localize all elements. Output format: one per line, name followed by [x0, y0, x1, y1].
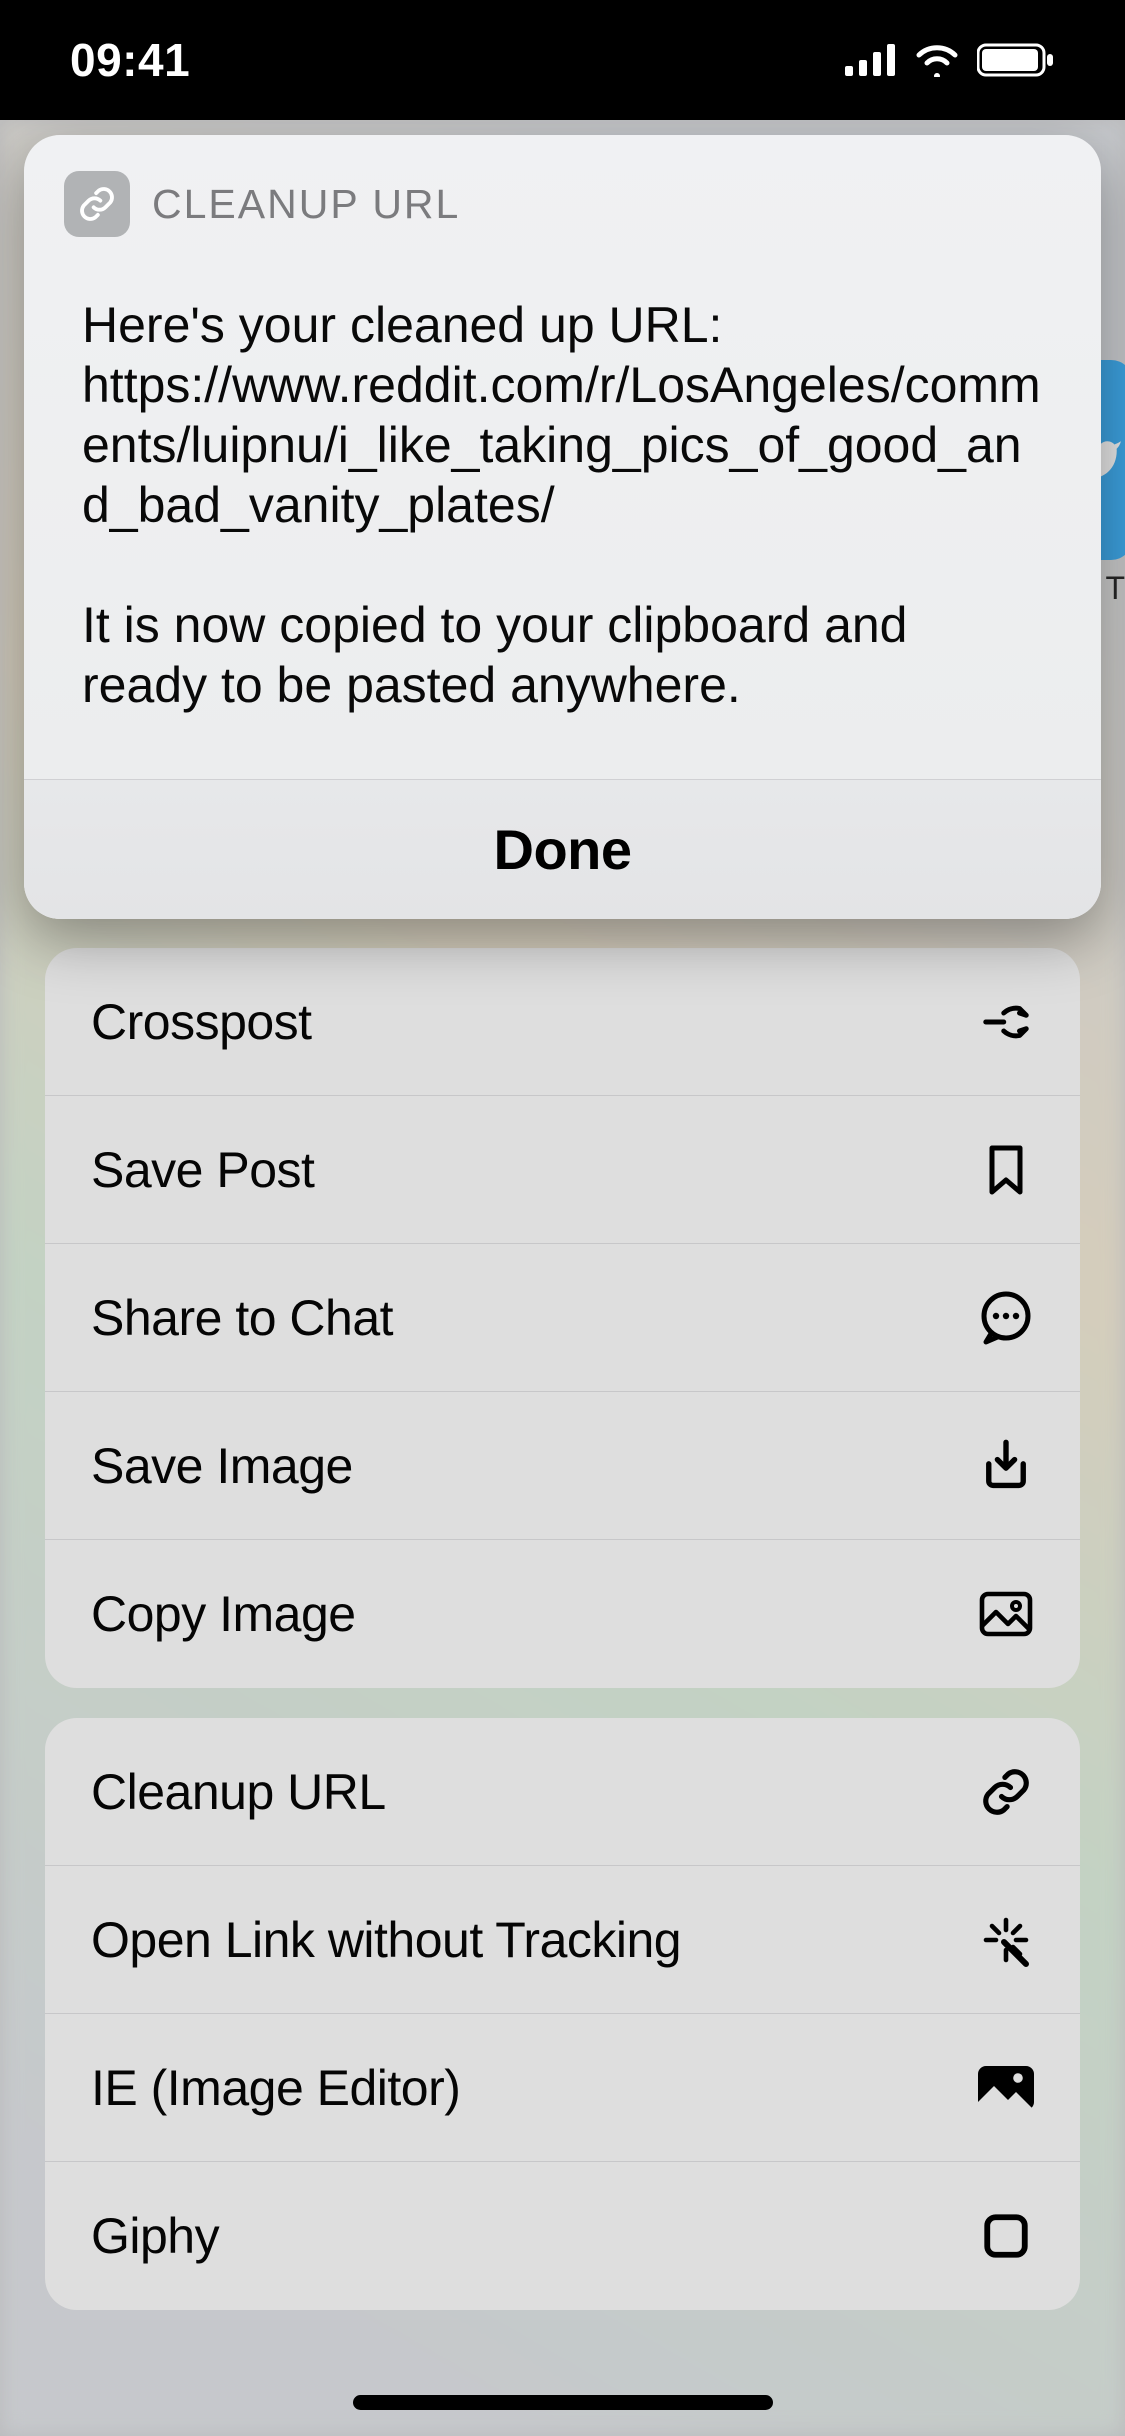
share-row-label: Save Post: [91, 1141, 314, 1199]
share-row-label: Copy Image: [91, 1585, 356, 1643]
download-icon: [978, 1438, 1034, 1494]
battery-icon: [977, 42, 1055, 78]
status-time: 09:41: [70, 33, 190, 87]
share-row-label: Giphy: [91, 2207, 219, 2265]
share-row-label: Open Link without Tracking: [91, 1911, 681, 1969]
link-icon: [77, 184, 117, 224]
share-group-2: Crosspost Save Post Share to Chat Save I…: [45, 948, 1080, 1688]
bookmark-icon: [978, 1142, 1034, 1198]
share-row-image-editor[interactable]: IE (Image Editor): [45, 2014, 1080, 2162]
crosspost-icon: [978, 994, 1034, 1050]
status-bar: 09:41: [0, 0, 1125, 120]
modal-app-icon: [64, 171, 130, 237]
modal-header: CLEANUP URL: [24, 135, 1101, 251]
share-row-label: Share to Chat: [91, 1289, 393, 1347]
modal-title: CLEANUP URL: [152, 181, 460, 228]
square-icon: [978, 2208, 1034, 2264]
image-filled-icon: [978, 2060, 1034, 2116]
done-button[interactable]: Done: [494, 817, 632, 882]
share-row-label: IE (Image Editor): [91, 2059, 460, 2117]
share-row-save-post[interactable]: Save Post: [45, 1096, 1080, 1244]
photo-icon: [978, 1586, 1034, 1642]
cleanup-url-modal: CLEANUP URL Here's your cleaned up URL: …: [24, 135, 1101, 919]
share-row-save-image[interactable]: Save Image: [45, 1392, 1080, 1540]
status-indicators: [845, 42, 1055, 78]
share-row-label: Save Image: [91, 1437, 353, 1495]
share-group-3: Cleanup URL Open Link without Tracking I…: [45, 1718, 1080, 2310]
wifi-icon: [913, 43, 961, 77]
chat-icon: [978, 1290, 1034, 1346]
share-row-label: Crosspost: [91, 993, 312, 1051]
share-row-copy-image[interactable]: Copy Image: [45, 1540, 1080, 1688]
share-row-crosspost[interactable]: Crosspost: [45, 948, 1080, 1096]
share-row-label: Cleanup URL: [91, 1763, 386, 1821]
modal-message: Here's your cleaned up URL: https://www.…: [24, 251, 1101, 779]
share-row-open-without-tracking[interactable]: Open Link without Tracking: [45, 1866, 1080, 2014]
share-row-giphy[interactable]: Giphy: [45, 2162, 1080, 2310]
cellular-icon: [845, 44, 897, 76]
share-sheet: Unpaywall Crosspost Save Post Share to C…: [45, 770, 1080, 2340]
share-row-cleanup-url[interactable]: Cleanup URL: [45, 1718, 1080, 1866]
home-indicator[interactable]: [353, 2395, 773, 2410]
wand-icon: [978, 1912, 1034, 1968]
share-row-share-to-chat[interactable]: Share to Chat: [45, 1244, 1080, 1392]
modal-footer: Done: [24, 779, 1101, 919]
link-icon: [978, 1764, 1034, 1820]
